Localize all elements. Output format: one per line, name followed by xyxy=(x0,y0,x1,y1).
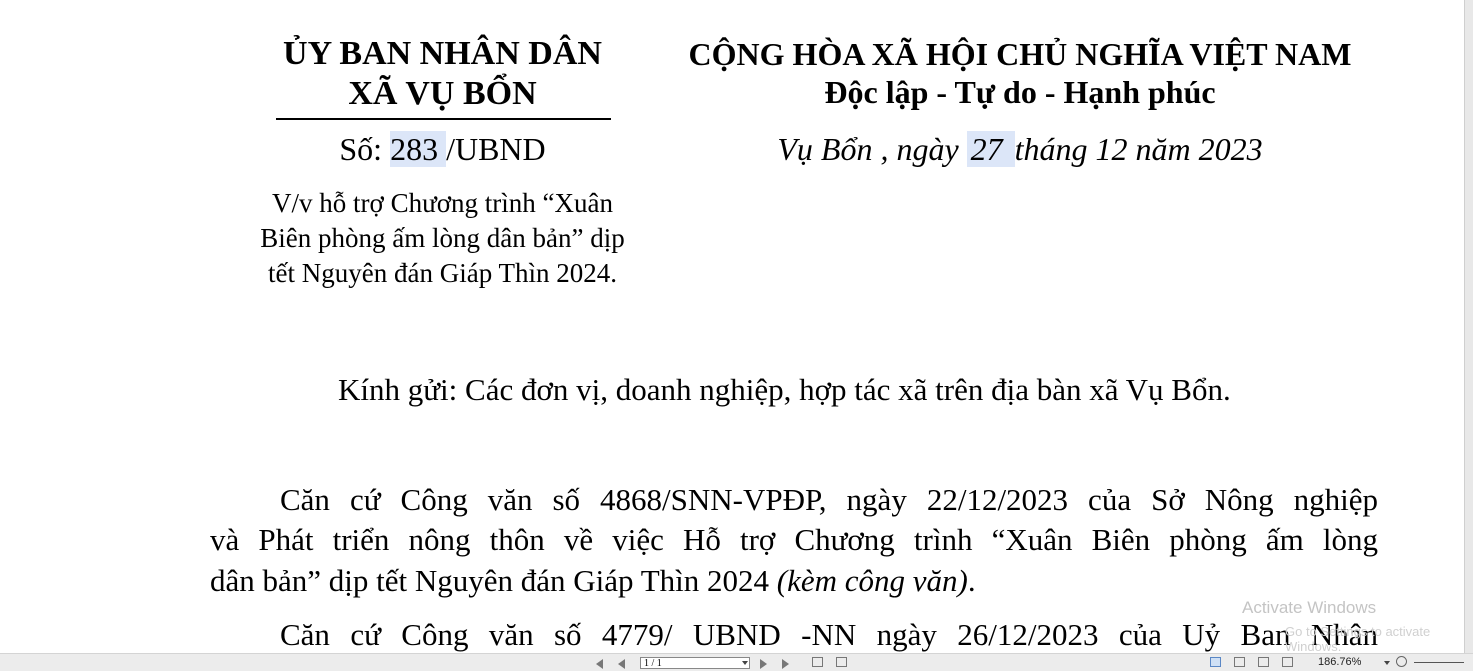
first-page-icon[interactable] xyxy=(596,659,603,669)
activate-windows-hint: Go to Settings to activate Windows. xyxy=(1285,624,1431,654)
zoom-slider[interactable] xyxy=(1414,662,1464,663)
recipient-line: Kính gửi: Các đơn vị, doanh nghiệp, hợp … xyxy=(338,372,1231,407)
para1-line3-end: . xyxy=(967,563,976,598)
page-number-input[interactable]: 1 / 1 xyxy=(640,657,750,669)
commune-name: XÃ VỤ BỔN xyxy=(348,75,537,112)
view-toggle-2-icon[interactable] xyxy=(836,657,847,667)
zoom-dropdown-chevron-icon[interactable] xyxy=(1384,661,1390,665)
para1-line1: Căn cứ Công văn số 4868/SNN-VPĐP, ngày 2… xyxy=(280,482,1378,517)
national-title: CỘNG HÒA XÃ HỘI CHỦ NGHĨA VIỆT NAM xyxy=(688,36,1352,72)
continuous-view-icon[interactable] xyxy=(1234,657,1245,667)
view-toggle-icon[interactable] xyxy=(812,657,823,667)
document-number-field[interactable]: 283 xyxy=(390,131,447,167)
previous-page-icon[interactable] xyxy=(618,659,625,669)
single-page-view-icon[interactable] xyxy=(1210,657,1221,667)
agency-name: ỦY BAN NHÂN DÂN xyxy=(283,35,602,72)
subject-line-3: tết Nguyên đán Giáp Thìn 2024. xyxy=(268,258,617,288)
para2-line1: Căn cứ Công văn số 4779/ UBND -NN ngày 2… xyxy=(280,617,1378,652)
subject-line-1: V/v hỗ trợ Chương trình “Xuân xyxy=(272,188,613,218)
document-date: Vụ Bổn , ngày 27 tháng 12 năm 2023 xyxy=(650,128,1390,170)
para1-line3-italic: (kèm công văn) xyxy=(776,563,968,598)
activate-windows-watermark: Activate Windows xyxy=(1242,598,1377,617)
document-number-label: Số: xyxy=(339,131,391,167)
next-page-icon[interactable] xyxy=(760,659,767,669)
para1-line3: dân bản” dịp tết Nguyên đán Giáp Thìn 20… xyxy=(210,561,976,601)
header-separator xyxy=(276,118,611,120)
document-number: Số: 283 /UBND xyxy=(240,128,645,170)
para1-line2: và Phát triển nông thôn về việc Hỗ trợ C… xyxy=(210,522,1378,557)
para1-line3-text: dân bản” dịp tết Nguyên đán Giáp Thìn 20… xyxy=(210,563,777,598)
vertical-scrollbar[interactable] xyxy=(1464,0,1473,670)
zoom-level[interactable]: 186.76% xyxy=(1318,656,1361,668)
date-day-field[interactable]: 27 xyxy=(966,131,1015,167)
two-page-continuous-view-icon[interactable] xyxy=(1282,657,1293,667)
two-page-view-icon[interactable] xyxy=(1258,657,1269,667)
last-page-icon[interactable] xyxy=(782,659,789,669)
subject-line-2: Biên phòng ấm lòng dân bản” dịp xyxy=(260,223,625,253)
national-motto: Độc lập - Tự do - Hạnh phúc xyxy=(824,74,1216,110)
date-suffix: tháng 12 năm 2023 xyxy=(1014,131,1263,167)
zoom-out-icon[interactable] xyxy=(1396,656,1407,667)
page-dropdown-chevron-icon[interactable] xyxy=(742,661,748,665)
date-prefix: Vụ Bổn , ngày xyxy=(777,131,967,167)
document-number-suffix: /UBND xyxy=(446,131,546,167)
